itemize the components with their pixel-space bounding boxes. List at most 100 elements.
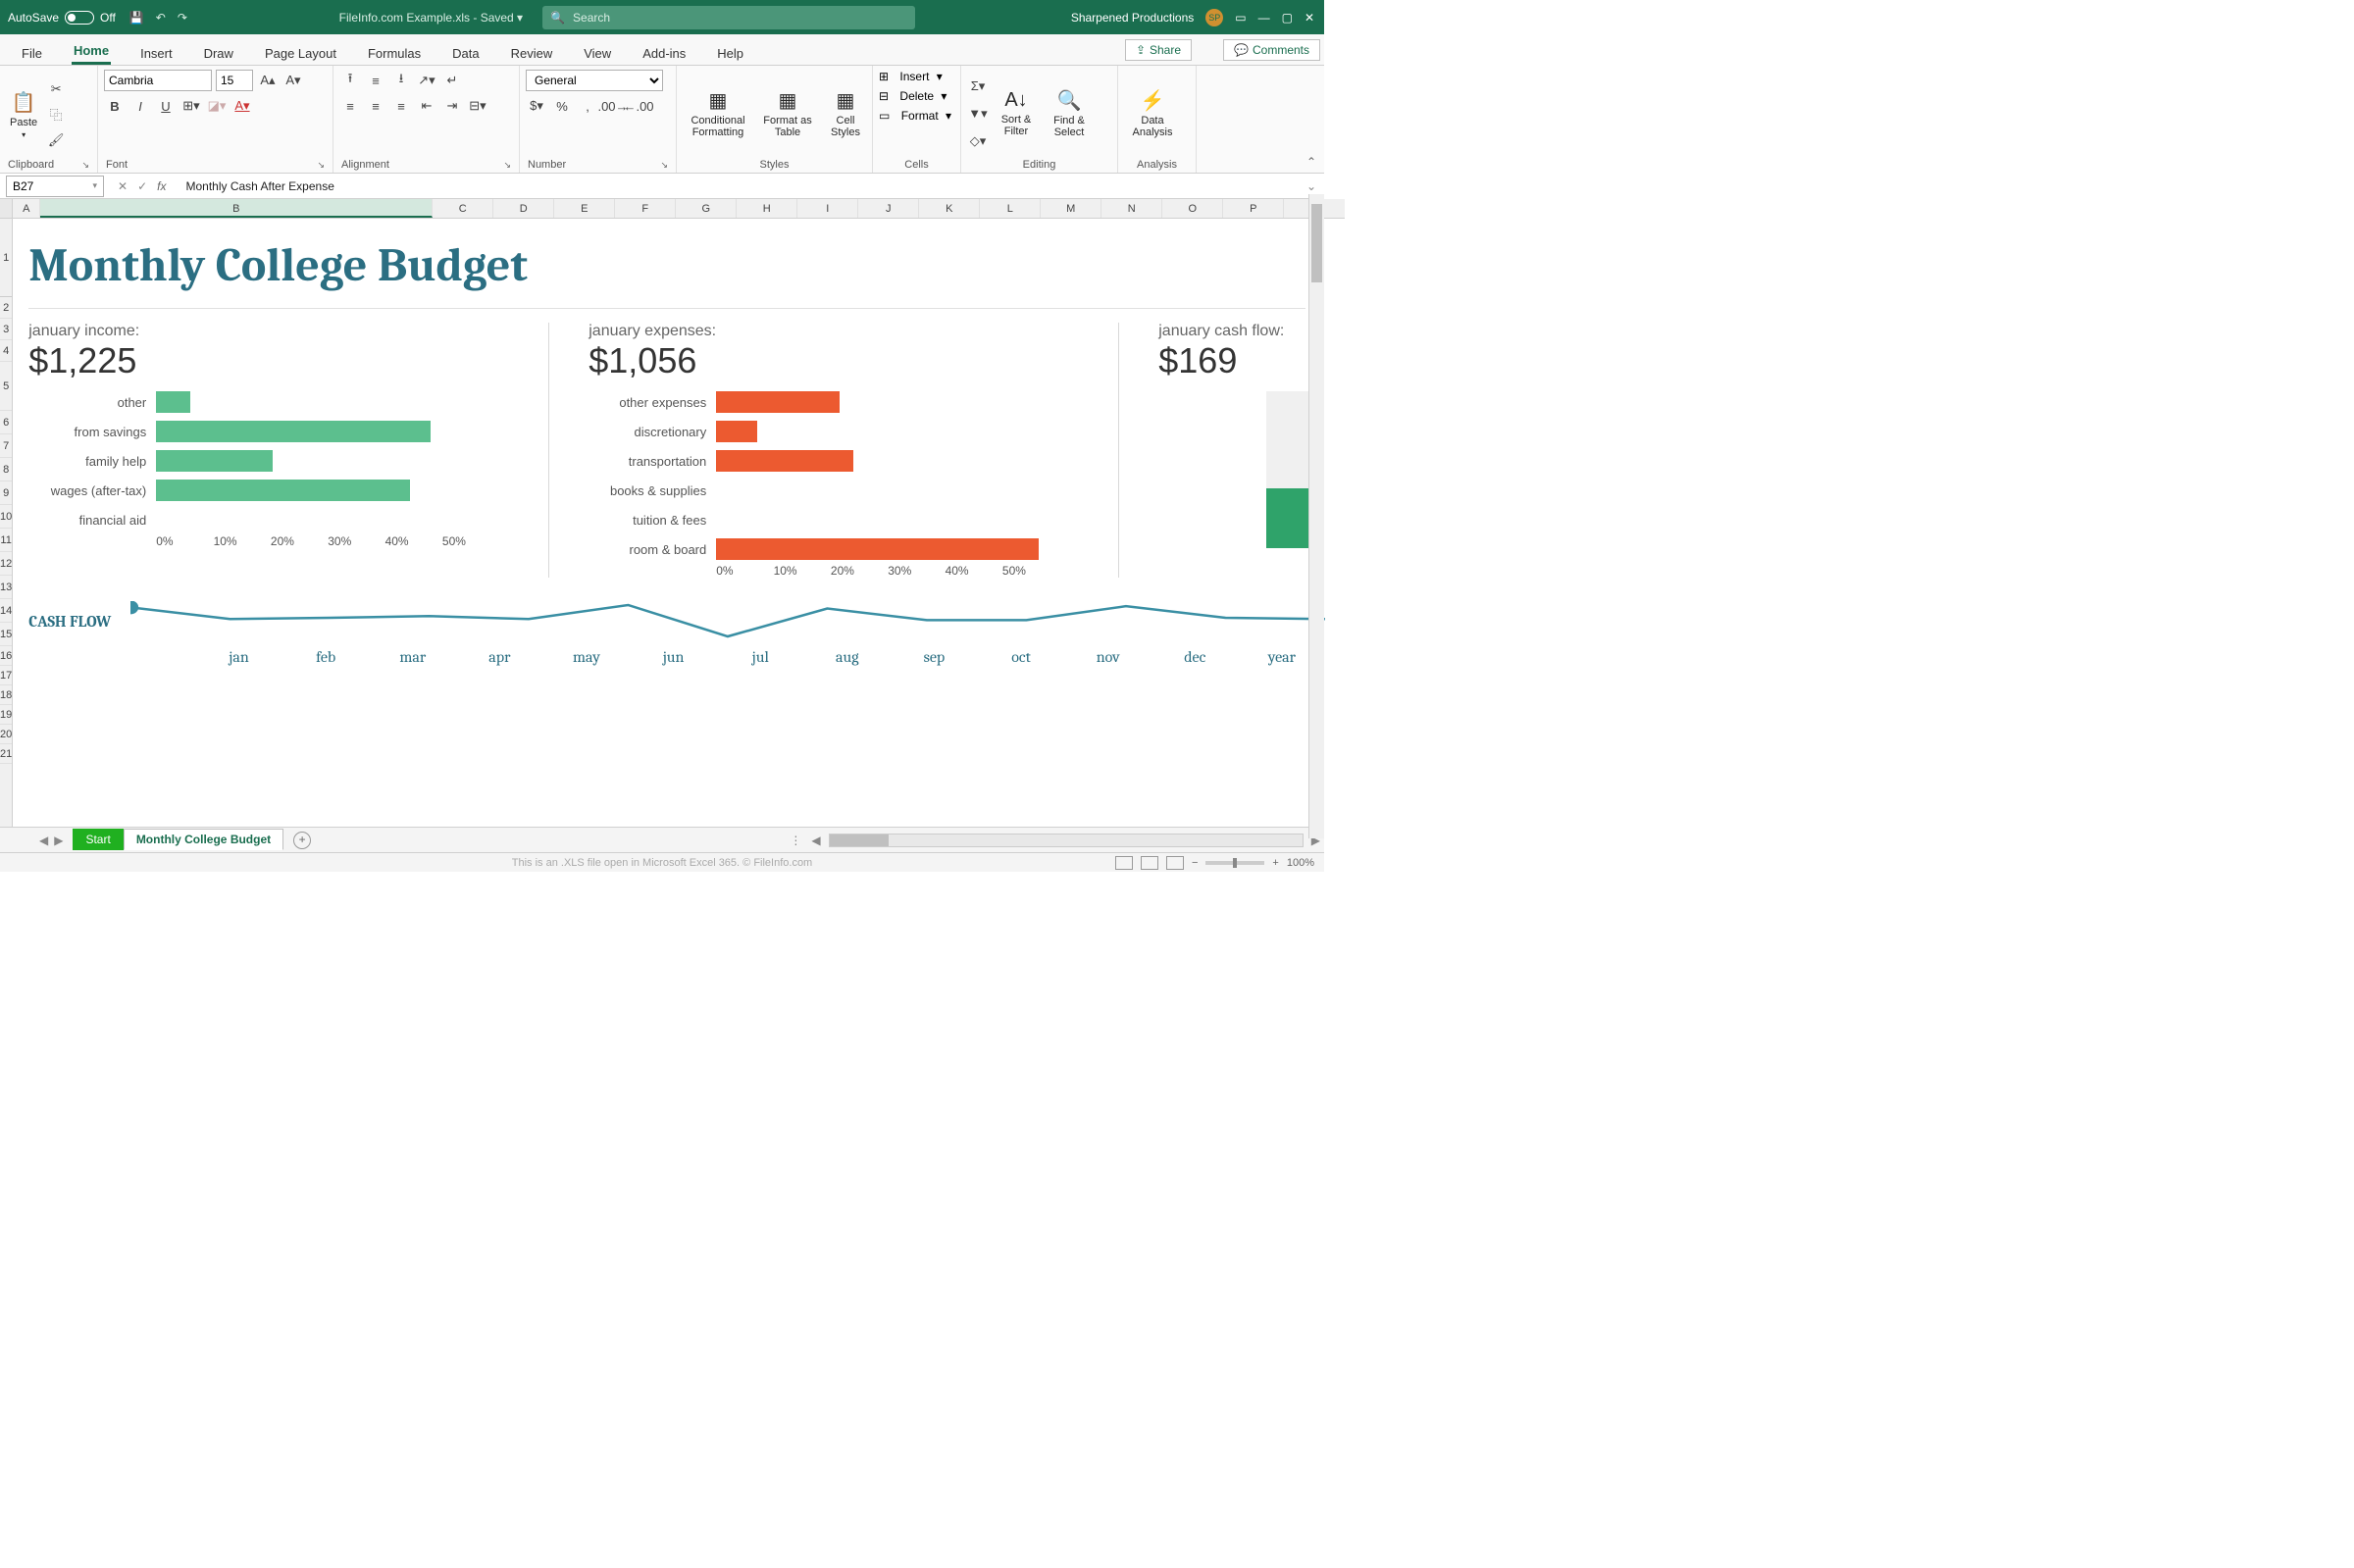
- increase-decimal-icon[interactable]: .00→: [602, 95, 624, 117]
- filename-label[interactable]: FileInfo.com Example.xls - Saved ▾: [339, 11, 523, 25]
- alignment-launcher-icon[interactable]: ↘: [503, 160, 511, 171]
- decrease-indent-icon[interactable]: ⇤: [416, 95, 437, 117]
- col-header-J[interactable]: J: [858, 199, 919, 218]
- account-avatar[interactable]: SP: [1205, 9, 1223, 26]
- increase-font-icon[interactable]: A▴: [257, 70, 279, 91]
- tab-draw[interactable]: Draw: [202, 40, 235, 65]
- find-select-button[interactable]: 🔍Find & Select: [1044, 86, 1095, 140]
- horizontal-scrollbar[interactable]: [829, 834, 1304, 847]
- close-icon[interactable]: ✕: [1305, 11, 1314, 25]
- sheet-tab-start[interactable]: Start: [73, 829, 123, 850]
- merge-center-icon[interactable]: ⊟▾: [467, 95, 488, 117]
- sheet-nav-prev-icon[interactable]: ◀: [39, 834, 48, 847]
- fill-color-icon[interactable]: ◪▾: [206, 95, 228, 117]
- name-box[interactable]: B27▾: [6, 176, 104, 197]
- row-header-12[interactable]: 12: [0, 552, 12, 576]
- col-header-D[interactable]: D: [493, 199, 554, 218]
- fx-icon[interactable]: fx: [157, 179, 166, 193]
- zoom-in-icon[interactable]: +: [1272, 857, 1278, 869]
- save-icon[interactable]: 💾: [129, 11, 144, 25]
- tab-help[interactable]: Help: [715, 40, 745, 65]
- orientation-icon[interactable]: ↗▾: [416, 70, 437, 91]
- row-header-6[interactable]: 6: [0, 411, 12, 434]
- font-launcher-icon[interactable]: ↘: [317, 160, 325, 171]
- underline-button[interactable]: U: [155, 95, 177, 117]
- col-header-O[interactable]: O: [1162, 199, 1223, 218]
- font-size-select[interactable]: [216, 70, 253, 91]
- col-header-B[interactable]: B: [40, 199, 433, 218]
- italic-button[interactable]: I: [129, 95, 151, 117]
- formula-input[interactable]: Monthly Cash After Expense: [176, 179, 1298, 193]
- row-header-13[interactable]: 13: [0, 576, 12, 599]
- autosave-toggle[interactable]: AutoSave Off: [0, 11, 124, 25]
- col-header-K[interactable]: K: [919, 199, 980, 218]
- percent-icon[interactable]: %: [551, 95, 573, 117]
- paste-button[interactable]: 📋Paste▾: [6, 88, 41, 141]
- comments-button[interactable]: 💬Comments: [1223, 39, 1320, 61]
- row-header-18[interactable]: 18: [0, 685, 12, 705]
- tab-page-layout[interactable]: Page Layout: [263, 40, 338, 65]
- tab-add-ins[interactable]: Add-ins: [640, 40, 688, 65]
- zoom-level[interactable]: 100%: [1287, 857, 1314, 869]
- align-bottom-icon[interactable]: ⭳: [390, 70, 412, 91]
- font-name-select[interactable]: [104, 70, 212, 91]
- col-header-L[interactable]: L: [980, 199, 1041, 218]
- row-header-19[interactable]: 19: [0, 705, 12, 725]
- col-header-C[interactable]: C: [433, 199, 493, 218]
- number-format-select[interactable]: General: [526, 70, 663, 91]
- cut-icon[interactable]: ✂: [45, 78, 67, 100]
- currency-icon[interactable]: $▾: [526, 95, 547, 117]
- sheet-tab-budget[interactable]: Monthly College Budget: [124, 829, 283, 850]
- col-header-N[interactable]: N: [1101, 199, 1162, 218]
- delete-cells-button[interactable]: ⊟ Delete ▾: [879, 89, 947, 103]
- wrap-text-icon[interactable]: ↵: [441, 70, 463, 91]
- ribbon-mode-icon[interactable]: ▭: [1235, 11, 1246, 25]
- row-header-20[interactable]: 20: [0, 725, 12, 744]
- data-analysis-button[interactable]: ⚡Data Analysis: [1124, 86, 1181, 140]
- comma-icon[interactable]: ,: [577, 95, 598, 117]
- account-name[interactable]: Sharpened Productions: [1071, 11, 1194, 25]
- tab-review[interactable]: Review: [509, 40, 555, 65]
- row-header-17[interactable]: 17: [0, 666, 12, 685]
- tab-view[interactable]: View: [582, 40, 613, 65]
- page-break-view-icon[interactable]: [1166, 856, 1184, 870]
- autosum-icon[interactable]: Σ▾: [967, 76, 989, 97]
- minimize-icon[interactable]: —: [1258, 11, 1270, 25]
- row-header-1[interactable]: 1: [0, 219, 12, 297]
- insert-cells-button[interactable]: ⊞ Insert ▾: [879, 70, 943, 83]
- clear-icon[interactable]: ◇▾: [967, 130, 989, 152]
- row-header-8[interactable]: 8: [0, 458, 12, 481]
- tab-insert[interactable]: Insert: [138, 40, 175, 65]
- format-as-table-button[interactable]: ▦Format as Table: [757, 86, 818, 140]
- decrease-decimal-icon[interactable]: ←.00: [628, 95, 649, 117]
- add-sheet-button[interactable]: +: [293, 832, 311, 849]
- maximize-icon[interactable]: ▢: [1282, 11, 1293, 25]
- copy-icon[interactable]: ⿻: [45, 104, 67, 126]
- col-header-E[interactable]: E: [554, 199, 615, 218]
- sheet-nav-next-icon[interactable]: ▶: [54, 834, 63, 847]
- row-header-3[interactable]: 3: [0, 319, 12, 340]
- number-launcher-icon[interactable]: ↘: [660, 160, 668, 171]
- row-header-2[interactable]: 2: [0, 297, 12, 319]
- col-header-M[interactable]: M: [1041, 199, 1101, 218]
- col-header-A[interactable]: A: [13, 199, 40, 218]
- row-header-15[interactable]: 15: [0, 623, 12, 646]
- row-header-14[interactable]: 14: [0, 599, 12, 623]
- format-cells-button[interactable]: ▭ Format ▾: [879, 109, 951, 123]
- fill-icon[interactable]: ▼▾: [967, 103, 989, 125]
- undo-icon[interactable]: ↶: [156, 11, 166, 25]
- hscroll-left-icon[interactable]: ◀: [807, 834, 824, 847]
- share-button[interactable]: ⇪Share: [1125, 39, 1192, 61]
- align-left-icon[interactable]: ≡: [339, 95, 361, 117]
- format-painter-icon[interactable]: 🖌: [45, 129, 67, 151]
- vertical-scrollbar[interactable]: [1308, 194, 1324, 838]
- row-header-10[interactable]: 10: [0, 505, 12, 529]
- col-header-P[interactable]: P: [1223, 199, 1284, 218]
- clipboard-launcher-icon[interactable]: ↘: [81, 160, 89, 171]
- col-header-G[interactable]: G: [676, 199, 737, 218]
- col-header-H[interactable]: H: [737, 199, 797, 218]
- redo-icon[interactable]: ↷: [178, 11, 187, 25]
- align-right-icon[interactable]: ≡: [390, 95, 412, 117]
- spreadsheet-grid[interactable]: 123456789101112131415161718192021 ABCDEF…: [0, 199, 1324, 827]
- align-middle-icon[interactable]: ≡: [365, 70, 386, 91]
